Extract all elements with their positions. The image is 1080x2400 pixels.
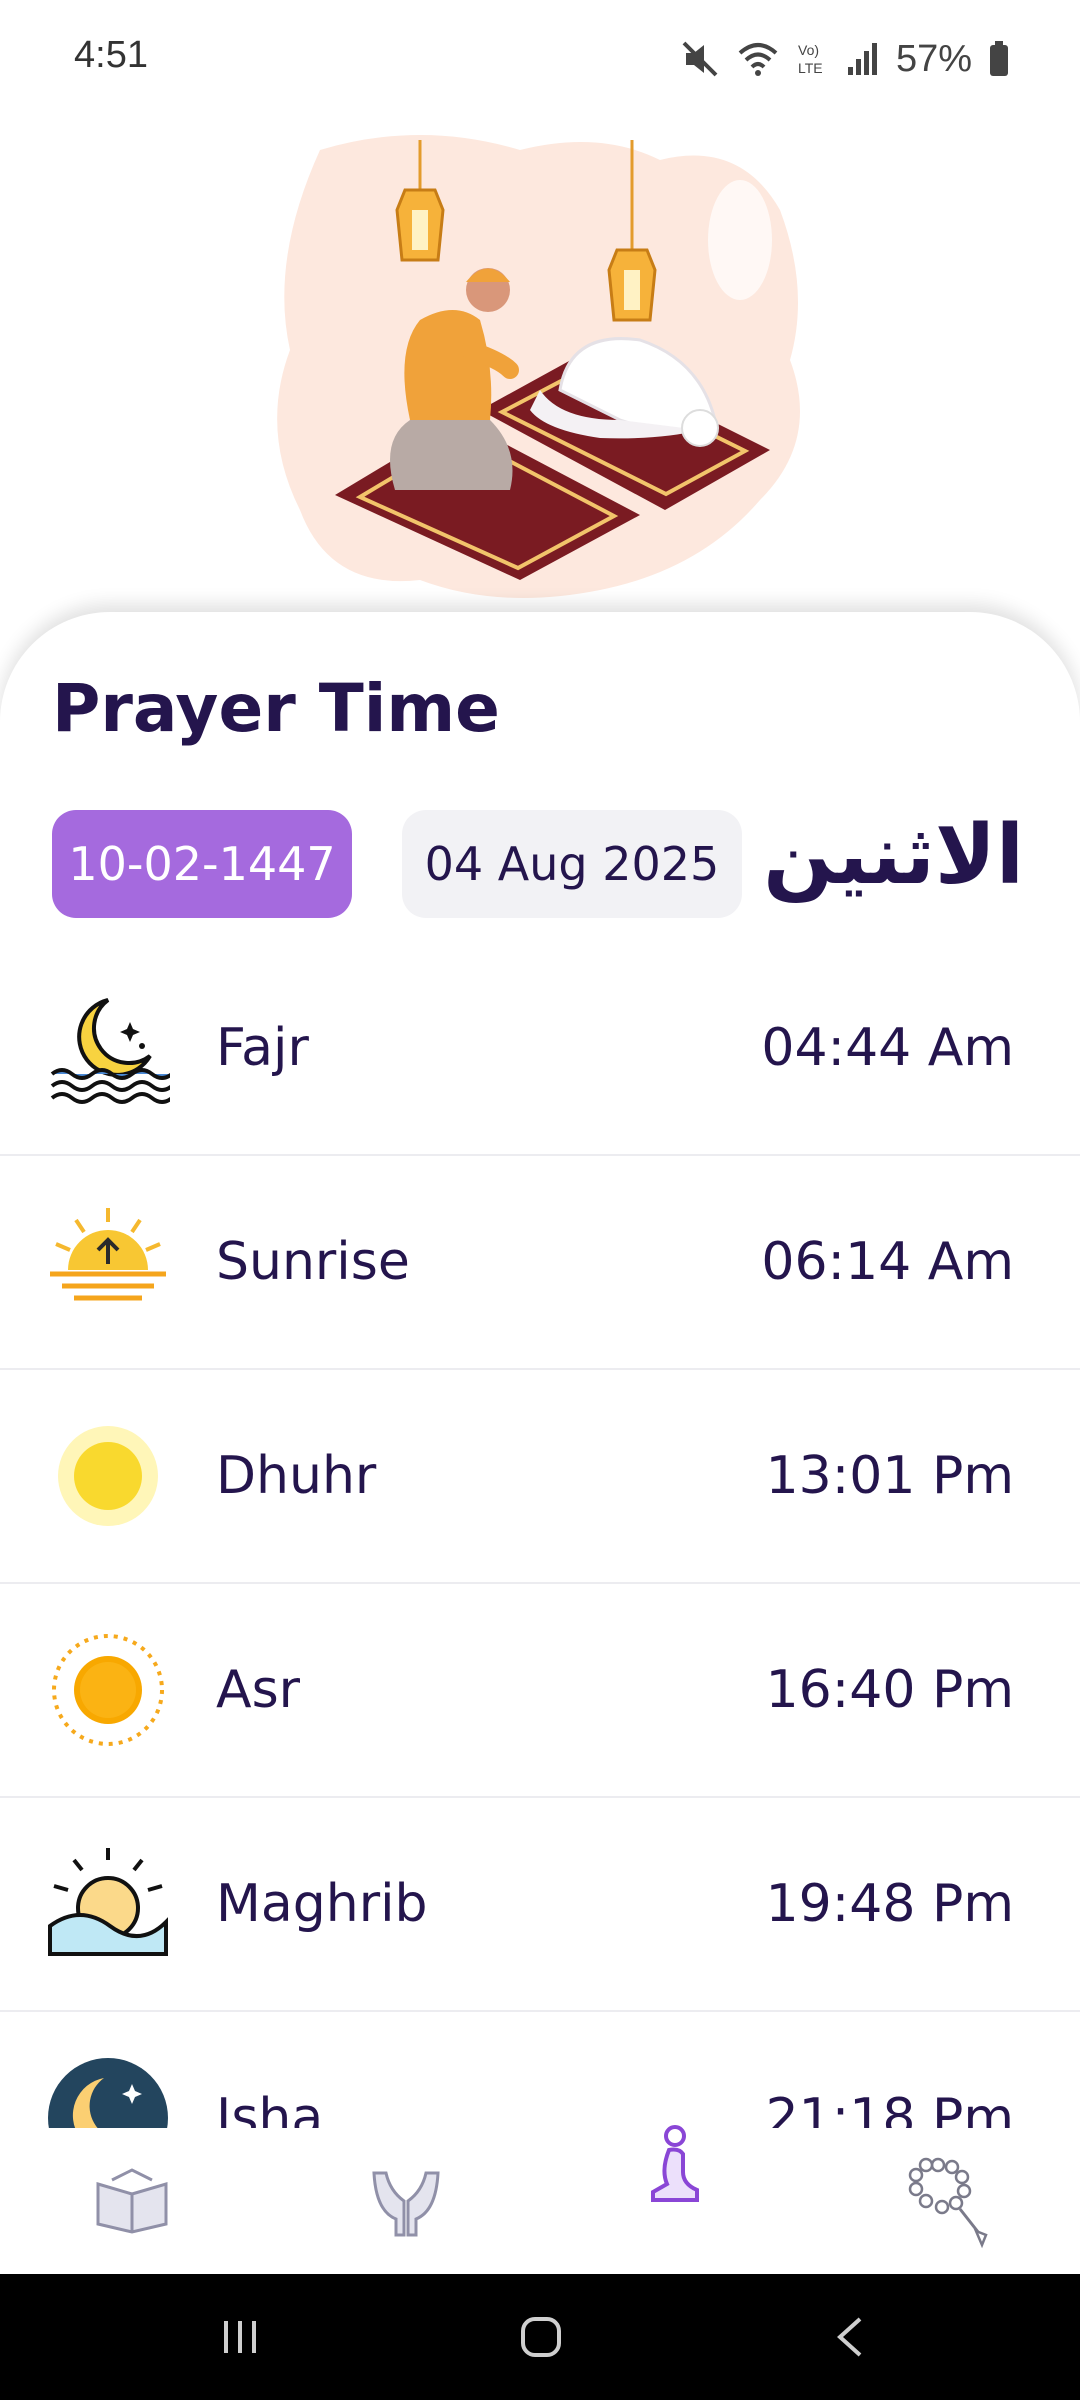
prayer-row-isha[interactable]: Isha 21:18 Pm <box>0 2012 1080 2132</box>
home-icon <box>521 2317 561 2357</box>
volte-icon: Vo) LTE <box>798 42 823 76</box>
battery-icon <box>990 41 1008 76</box>
signal-icon <box>847 43 877 75</box>
bottom-navigation <box>0 2125 1080 2274</box>
prayer-name: Sunrise <box>216 1232 410 1292</box>
recent-apps-button[interactable] <box>210 2304 270 2370</box>
praying-people-illustration <box>277 135 801 598</box>
nav-item-dua[interactable] <box>336 2128 476 2274</box>
prayer-row-asr[interactable]: Asr 16:40 Pm <box>0 1584 1080 1798</box>
prayer-name: Asr <box>216 1660 301 1720</box>
prayer-row-maghrib[interactable]: Maghrib 19:48 Pm <box>0 1798 1080 2012</box>
battery-percent: 57% <box>895 37 972 80</box>
prayer-row-sunrise[interactable]: Sunrise 06:14 Am <box>0 1156 1080 1370</box>
nav-item-tasbih[interactable] <box>876 2128 1016 2274</box>
home-button[interactable] <box>506 2304 576 2370</box>
prayer-name: Dhuhr <box>216 1446 377 1506</box>
quran-icon <box>96 2168 168 2234</box>
prayer-beads-icon <box>908 2157 988 2249</box>
prayer-row-fajr[interactable]: Fajr 04:44 Am <box>0 942 1080 1156</box>
hijri-date-chip[interactable]: 10-02-1447 <box>52 810 352 918</box>
prayer-time: 04:44 Am <box>761 1018 1014 1078</box>
recent-apps-icon <box>224 2321 256 2353</box>
sunrise-icon <box>50 1208 166 1301</box>
prayer-time: 13:01 Pm <box>765 1446 1014 1506</box>
prayer-list: Fajr 04:44 Am Sunrise 06:14 Am Dhuhr 13:… <box>0 942 1080 2132</box>
prayer-time: 06:14 Am <box>761 1232 1014 1292</box>
status-bar: 4:51 Vo) LTE 57% <box>0 0 1080 120</box>
mute-icon <box>682 41 718 77</box>
prayer-name: Isha <box>216 2088 324 2132</box>
status-time: 4:51 <box>74 34 148 76</box>
prayer-times-sheet: Prayer Time 10-02-1447 04 Aug 2025 الاثن… <box>0 612 1080 2132</box>
svg-text:LTE: LTE <box>798 60 823 76</box>
afternoon-sun-icon <box>52 1634 164 1746</box>
night-moon-icon <box>48 2058 168 2132</box>
prayer-time: 19:48 Pm <box>765 1874 1014 1934</box>
page-title: Prayer Time <box>52 670 500 747</box>
nav-item-quran[interactable] <box>62 2128 202 2274</box>
system-navigation-bar <box>0 2274 1080 2400</box>
back-icon <box>837 2317 862 2357</box>
nav-item-prayer-time[interactable] <box>604 2125 744 2274</box>
prayer-name: Maghrib <box>216 1874 428 1934</box>
prayer-row-dhuhr[interactable]: Dhuhr 13:01 Pm <box>0 1370 1080 1584</box>
sunset-icon <box>48 1848 168 1956</box>
hero-illustration <box>0 120 1080 640</box>
sun-icon <box>58 1426 158 1526</box>
status-icons: Vo) LTE 57% <box>680 34 1010 84</box>
person-praying-icon <box>651 2125 699 2202</box>
back-button[interactable] <box>820 2304 880 2370</box>
gregorian-date-chip[interactable]: 04 Aug 2025 <box>402 810 742 918</box>
praying-hands-icon <box>372 2171 440 2237</box>
prayer-time: 21:18 Pm <box>765 2088 1014 2132</box>
svg-text:Vo): Vo) <box>798 42 819 58</box>
prayer-name: Fajr <box>216 1018 309 1078</box>
prayer-time: 16:40 Pm <box>765 1660 1014 1720</box>
day-name-arabic: الاثنين <box>763 808 1024 903</box>
wifi-icon <box>738 43 778 76</box>
moon-over-water-icon <box>50 998 170 1104</box>
